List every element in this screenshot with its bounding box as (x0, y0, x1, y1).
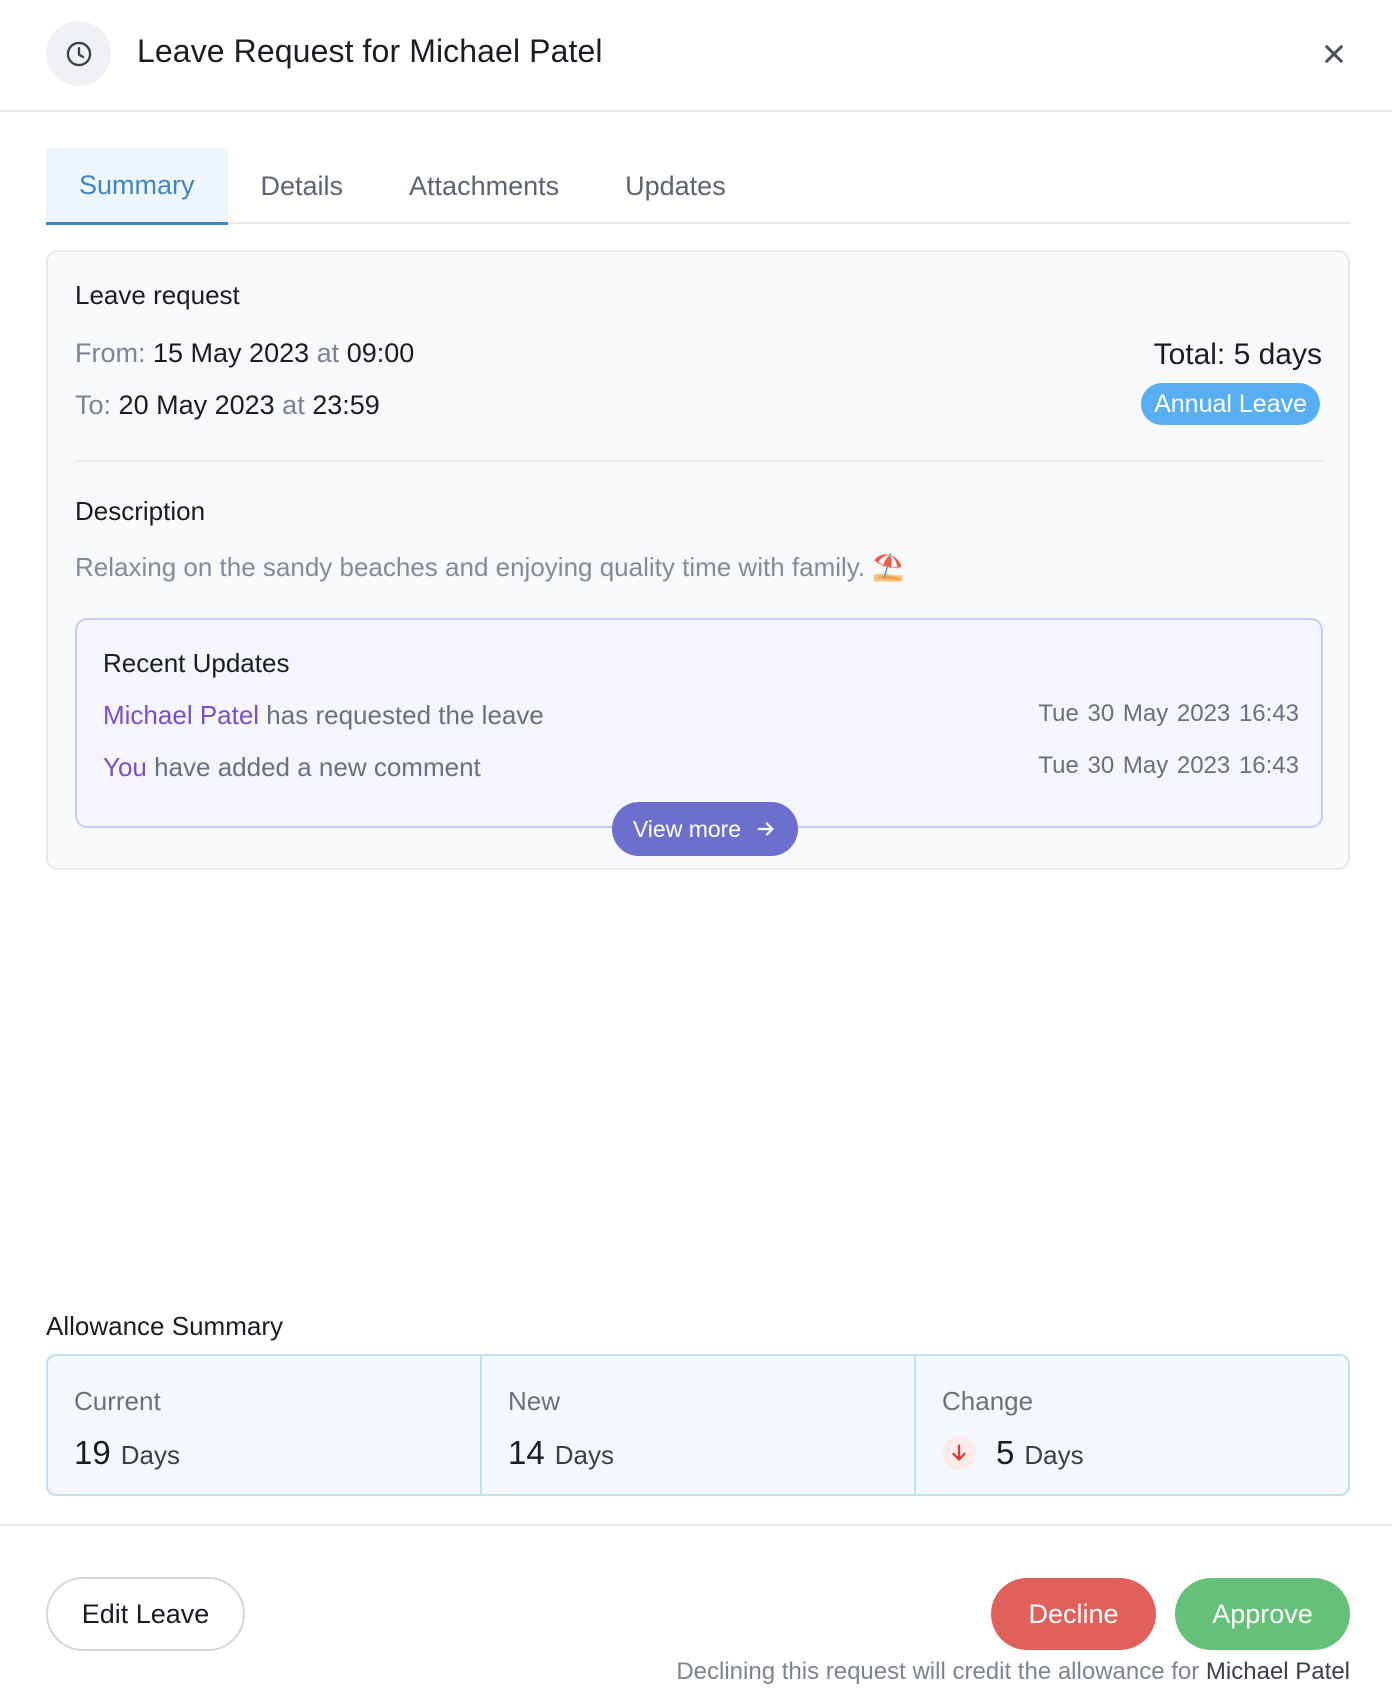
allowance-change-label: Change (942, 1386, 1034, 1416)
update-item: You have added a new comment Tue 30 May … (103, 752, 1299, 783)
update-author-link[interactable]: Michael Patel (103, 700, 259, 730)
allowance-new: New 14 Days (480, 1356, 914, 1494)
decline-button[interactable]: Decline (991, 1578, 1156, 1650)
decline-note: Declining this request will credit the a… (676, 1658, 1350, 1686)
update-timestamp: Tue 30 May 2023 16:43 (1038, 752, 1299, 779)
from-date: 15 May 2023 (153, 338, 310, 368)
allowance-summary: Current 19 Days New 14 Days Change 5 Day… (46, 1354, 1350, 1496)
decline-note-name: Michael Patel (1205, 1658, 1350, 1685)
allowance-new-value-row: 14 Days (508, 1434, 614, 1472)
to-label: To: (75, 390, 112, 420)
decline-note-text: Declining this request will credit the a… (676, 1658, 1206, 1685)
update-timestamp: Tue 30 May 2023 16:43 (1038, 700, 1299, 727)
allowance-change-value: 5 (996, 1434, 1015, 1471)
approve-button[interactable]: Approve (1175, 1578, 1350, 1650)
allowance-current-label: Current (74, 1386, 161, 1416)
close-button[interactable] (1316, 36, 1352, 72)
divider (75, 460, 1323, 462)
tab-summary[interactable]: Summary (46, 148, 228, 225)
from-time: 09:00 (346, 338, 415, 368)
arrow-down-icon (942, 1436, 976, 1470)
update-text: Michael Patel has requested the leave (103, 700, 544, 731)
from-label: From: (75, 338, 146, 368)
allowance-new-value: 14 (508, 1434, 545, 1471)
update-message: have added a new comment (146, 752, 481, 782)
to-at: at (282, 390, 305, 420)
allowance-current: Current 19 Days (48, 1356, 480, 1494)
update-message: has requested the leave (259, 700, 544, 730)
allowance-change-value-row: 5 Days (942, 1434, 1084, 1472)
allowance-current-unit: Days (120, 1440, 180, 1470)
close-icon (1325, 45, 1343, 63)
edit-leave-button[interactable]: Edit Leave (46, 1577, 245, 1651)
leave-request-card: Leave request From: 15 May 2023 at 09:00… (46, 250, 1350, 870)
description-text: Relaxing on the sandy beaches and enjoyi… (75, 552, 905, 582)
allowance-current-value: 19 (74, 1434, 111, 1471)
from-at: at (316, 338, 340, 368)
to-time: 23:59 (312, 390, 380, 420)
page-title: Leave Request for Michael Patel (137, 33, 603, 69)
to-date: 20 May 2023 (118, 390, 275, 420)
update-item: Michael Patel has requested the leave Tu… (103, 700, 1299, 731)
allowance-change: Change 5 Days (914, 1356, 1348, 1494)
allowance-new-label: New (508, 1386, 561, 1416)
allowance-summary-title: Allowance Summary (46, 1311, 283, 1341)
leave-request-title: Leave request (75, 280, 240, 310)
tab-details[interactable]: Details (228, 148, 377, 224)
update-author-link[interactable]: You (103, 752, 147, 782)
to-row: To: 20 May 2023 at 23:59 (75, 390, 380, 421)
allowance-new-unit: Days (554, 1440, 614, 1470)
description-title: Description (75, 496, 206, 526)
view-more-button[interactable]: View more (612, 802, 798, 856)
allowance-change-unit: Days (1024, 1440, 1084, 1470)
tab-updates[interactable]: Updates (592, 148, 759, 224)
leave-type-badge: Annual Leave (1141, 383, 1320, 425)
arrow-right-icon (757, 822, 774, 836)
clock-icon (46, 21, 111, 86)
tab-bar: Summary Details Attachments Updates (46, 148, 1350, 225)
tab-attachments[interactable]: Attachments (376, 148, 592, 224)
footer-divider (0, 1524, 1392, 1526)
total-days: Total: 5 days (1153, 338, 1322, 371)
view-more-label: View more (632, 815, 742, 842)
modal-header: Leave Request for Michael Patel (0, 0, 1392, 112)
update-text: You have added a new comment (103, 752, 481, 783)
recent-updates-panel: Recent Updates Michael Patel has request… (75, 618, 1323, 856)
recent-updates-title: Recent Updates (103, 648, 290, 678)
from-row: From: 15 May 2023 at 09:00 (75, 338, 414, 369)
allowance-current-value-row: 19 Days (74, 1434, 180, 1472)
